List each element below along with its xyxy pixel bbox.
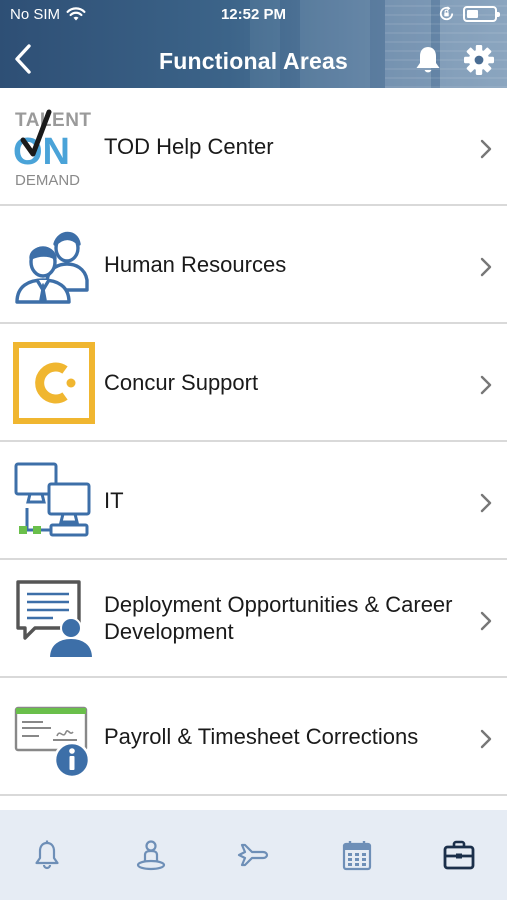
list-item-label: Concur Support <box>104 369 259 395</box>
status-bar: No SIM 12:52 PM <box>0 0 507 30</box>
concur-logo <box>13 342 95 424</box>
chevron-right-icon <box>480 139 492 159</box>
tab-notifications-bell-icon[interactable] <box>30 838 64 872</box>
header: No SIM 12:52 PM Functional Areas <box>0 0 507 88</box>
chevron-right-icon <box>480 729 492 749</box>
tab-bar <box>0 810 507 900</box>
tab-functional-areas-briefcase-icon[interactable] <box>442 838 476 872</box>
chevron-right-icon <box>480 375 492 395</box>
list-item-label: Payroll & Timesheet Corrections <box>104 723 419 749</box>
people-icon <box>15 231 89 304</box>
battery-icon <box>463 5 500 22</box>
bell-icon[interactable] <box>412 44 444 76</box>
navigation-bar: Functional Areas <box>0 34 507 86</box>
list-item-label: Human Resources <box>104 251 287 277</box>
chevron-right-icon <box>480 611 492 631</box>
presentation-person-icon <box>16 580 95 659</box>
functional-areas-list: TALENT ON DEMAND TOD Help Center Human R… <box>0 88 507 796</box>
list-item-payroll-timesheet[interactable]: Payroll & Timesheet Corrections <box>0 678 507 796</box>
list-item-it[interactable]: IT <box>0 442 507 560</box>
logo-text-talent: TALENT <box>15 110 92 131</box>
list-item-label: IT <box>104 487 124 513</box>
list-item-label: TOD Help Center <box>104 133 274 159</box>
gear-icon[interactable] <box>463 44 495 76</box>
chevron-right-icon <box>480 257 492 277</box>
status-bar-right <box>438 5 500 22</box>
tab-location-person-icon[interactable] <box>134 838 168 872</box>
logo-text-demand: DEMAND <box>15 172 80 188</box>
orientation-lock-icon <box>439 6 454 21</box>
check-info-icon <box>14 706 91 778</box>
status-time: 12:52 PM <box>220 6 287 23</box>
list-item-human-resources[interactable]: Human Resources <box>0 206 507 324</box>
talent-on-demand-logo: TALENT ON DEMAND <box>13 109 92 188</box>
tab-calendar-icon[interactable] <box>340 838 374 872</box>
computers-network-icon <box>14 462 91 537</box>
list-item-concur-support[interactable]: Concur Support <box>0 324 507 442</box>
chevron-right-icon <box>480 493 492 513</box>
tab-travel-airplane-icon[interactable] <box>236 838 270 872</box>
list-item-tod-help-center[interactable]: TALENT ON DEMAND TOD Help Center <box>0 88 507 206</box>
list-item-deployment-opportunities[interactable]: Deployment Opportunities & Career Develo… <box>0 560 507 678</box>
list-item-label: Deployment Opportunities & Career Develo… <box>104 592 453 644</box>
